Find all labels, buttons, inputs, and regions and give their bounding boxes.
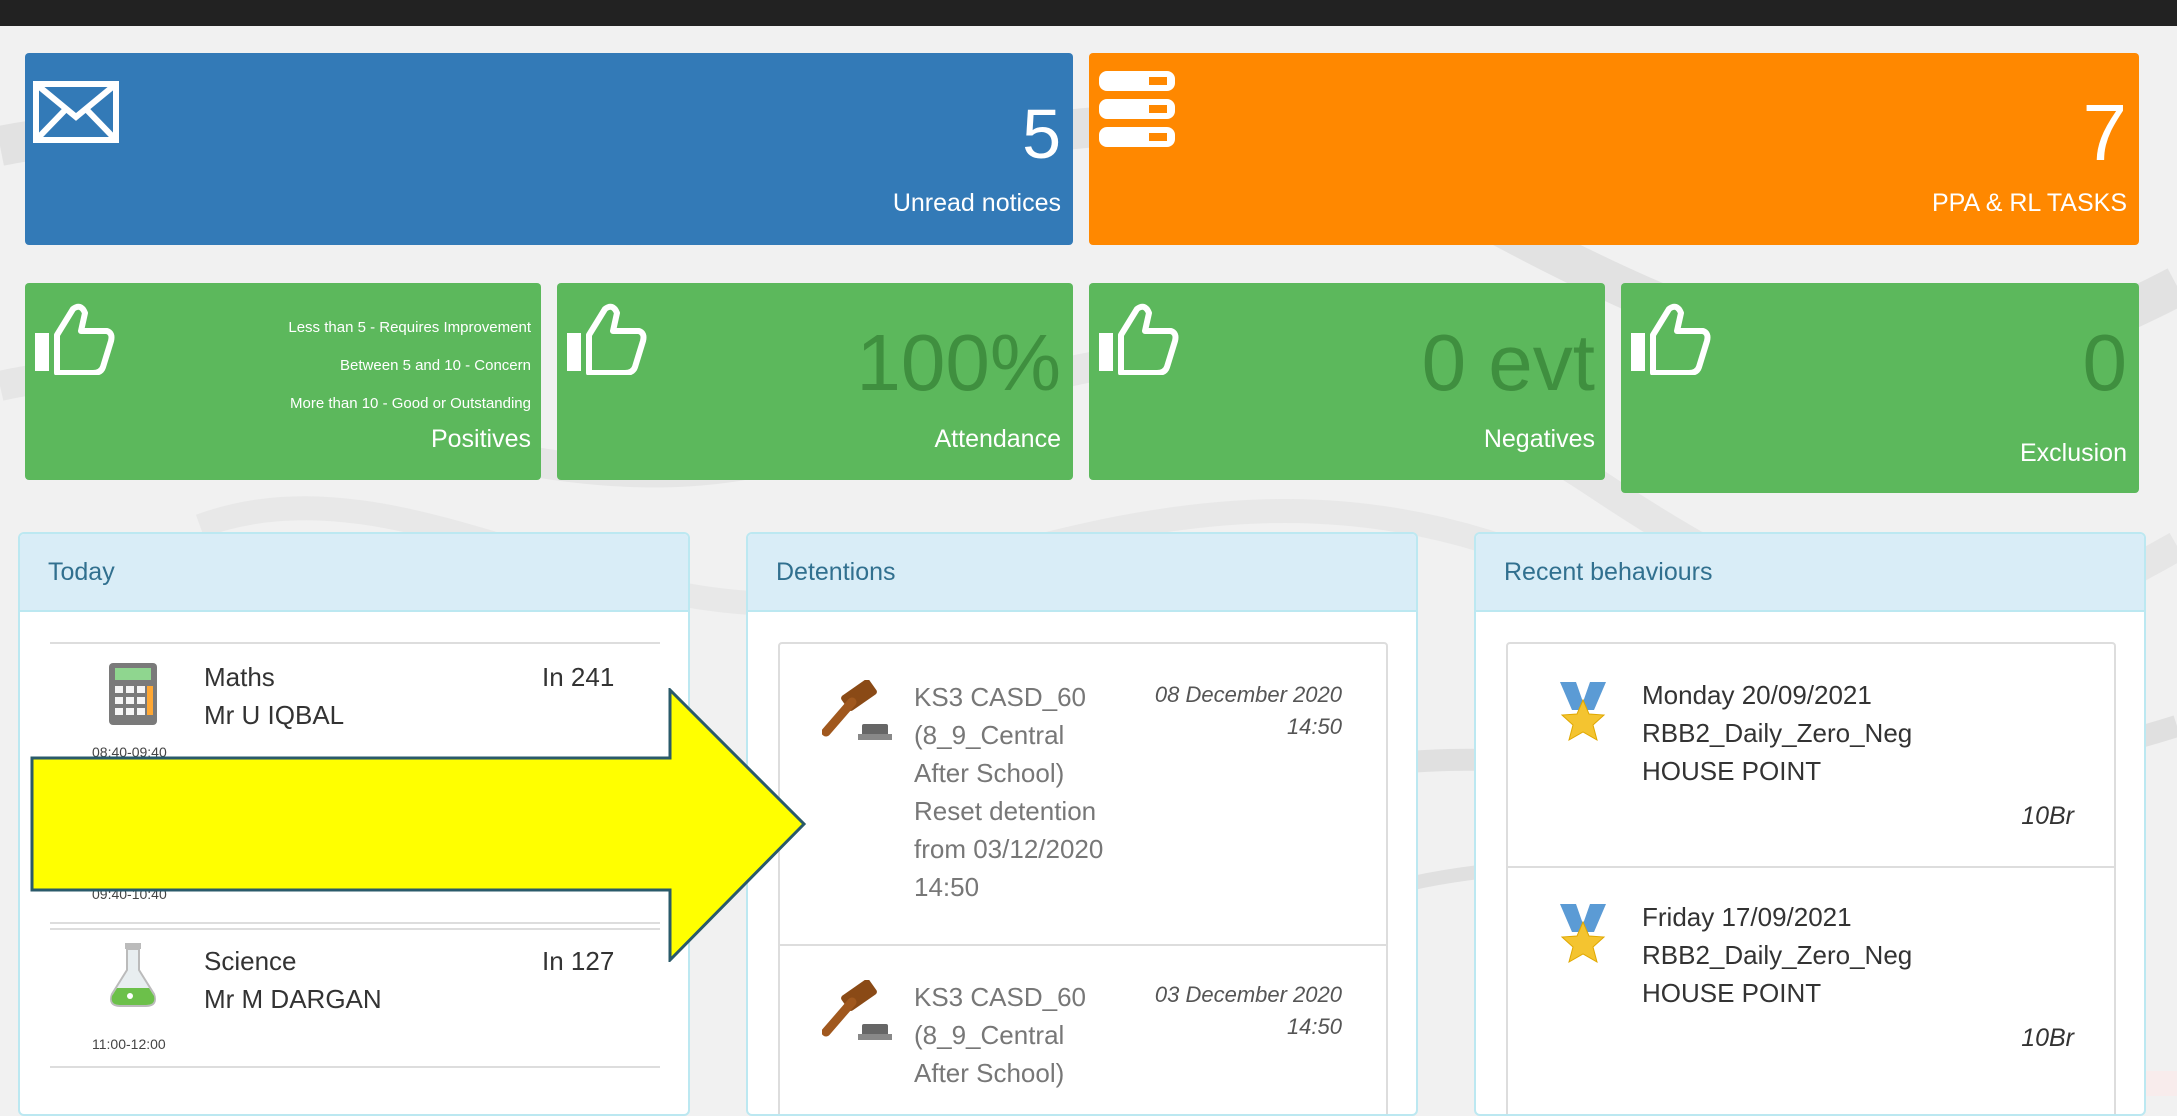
envelope-icon xyxy=(33,81,119,143)
recent-behaviours-panel: Recent behaviours Monday 20/09/2021 RBB2… xyxy=(1474,532,2146,1116)
positives-legend-1: Less than 5 - Requires Improvement xyxy=(288,319,531,336)
behaviour-type: RBB2_Daily_Zero_Neg xyxy=(1642,718,1913,748)
annotation-arrow xyxy=(30,688,807,962)
thumbs-up-icon xyxy=(567,303,647,375)
recent-behaviours-title: Recent behaviours xyxy=(1476,534,2144,612)
negatives-value: 0 evt xyxy=(1421,318,1595,407)
detention-time: 14:50 xyxy=(1286,714,1342,739)
behaviour-details: Monday 20/09/2021 RBB2_Daily_Zero_Neg HO… xyxy=(1642,676,1912,790)
gavel-icon xyxy=(822,680,892,740)
behaviour-item[interactable]: Monday 20/09/2021 RBB2_Daily_Zero_Neg HO… xyxy=(1508,644,2114,866)
positives-legend-2: Between 5 and 10 - Concern xyxy=(340,357,531,374)
positives-tile[interactable]: Less than 5 - Requires Improvement Betwe… xyxy=(25,283,541,480)
detention-description: KS3 CASD_60 (8_9_Central After School) R… xyxy=(914,682,1104,902)
negatives-label: Negatives xyxy=(1483,425,1595,453)
behaviour-category: HOUSE POINT xyxy=(1642,756,1822,786)
exclusion-tile[interactable]: 0 Exclusion xyxy=(1621,283,2139,493)
medal-icon xyxy=(1560,682,1606,742)
detention-item[interactable]: KS3 CASD_60 (8_9_Central After School) R… xyxy=(780,644,1386,944)
ppa-tasks-tile[interactable]: 7 PPA & RL TASKS xyxy=(1089,53,2139,245)
behaviour-category: HOUSE POINT xyxy=(1642,978,1822,1008)
thumbs-up-icon xyxy=(35,303,115,375)
today-panel-title: Today xyxy=(20,534,688,612)
attendance-value: 100% xyxy=(856,318,1061,407)
detention-date: 03 December 2020 xyxy=(1154,982,1342,1007)
thumbs-up-icon xyxy=(1099,303,1179,375)
positives-legend-3: More than 10 - Good or Outstanding xyxy=(290,395,531,412)
ppa-tasks-label: PPA & RL TASKS xyxy=(1932,189,2127,217)
unread-notices-count: 5 xyxy=(1022,95,1061,173)
behaviour-details: Friday 17/09/2021 RBB2_Daily_Zero_Neg HO… xyxy=(1642,898,1912,1012)
lesson-time: 11:00-12:00 xyxy=(92,1036,166,1052)
exclusion-value: 0 xyxy=(2082,318,2128,407)
unread-notices-label: Unread notices xyxy=(892,189,1061,217)
unread-notices-tile[interactable]: 5 Unread notices xyxy=(25,53,1073,245)
server-stack-icon xyxy=(1099,71,1175,147)
behaviour-form: 10Br xyxy=(2021,802,2074,830)
thumbs-up-icon xyxy=(1631,303,1711,375)
behaviour-item[interactable]: Friday 17/09/2021 RBB2_Daily_Zero_Neg HO… xyxy=(1508,868,2114,1090)
exclusion-label: Exclusion xyxy=(2020,439,2127,467)
ppa-tasks-count: 7 xyxy=(2082,88,2128,177)
detention-description: KS3 CASD_60 (8_9_Central After School) xyxy=(914,982,1086,1088)
detention-time: 14:50 xyxy=(1286,1014,1342,1039)
gavel-icon xyxy=(822,980,892,1040)
behaviours-list: Monday 20/09/2021 RBB2_Daily_Zero_Neg HO… xyxy=(1506,642,2116,1114)
positives-label: Positives xyxy=(430,425,531,453)
detention-item[interactable]: KS3 CASD_60 (8_9_Central After School) 0… xyxy=(780,946,1386,1114)
behaviour-form: 10Br xyxy=(2021,1024,2074,1052)
top-navbar xyxy=(0,0,2177,26)
detentions-list: KS3 CASD_60 (8_9_Central After School) R… xyxy=(778,642,1388,1114)
detention-date: 08 December 2020 xyxy=(1154,682,1342,707)
attendance-label: Attendance xyxy=(934,425,1062,453)
divider xyxy=(50,642,660,644)
behaviour-date: Friday 17/09/2021 xyxy=(1642,902,1852,932)
behaviour-date: Monday 20/09/2021 xyxy=(1642,680,1872,710)
behaviour-type: RBB2_Daily_Zero_Neg xyxy=(1642,940,1913,970)
detentions-panel-title: Detentions xyxy=(748,534,1416,612)
detentions-panel: Detentions KS3 CASD_60 (8_9_Central Afte… xyxy=(746,532,1418,1116)
attendance-tile[interactable]: 100% Attendance xyxy=(557,283,1073,480)
divider xyxy=(50,1066,660,1068)
negatives-tile[interactable]: 0 evt Negatives xyxy=(1089,283,1605,480)
medal-icon xyxy=(1560,904,1606,964)
lesson-teacher: Mr M DARGAN xyxy=(204,984,382,1014)
